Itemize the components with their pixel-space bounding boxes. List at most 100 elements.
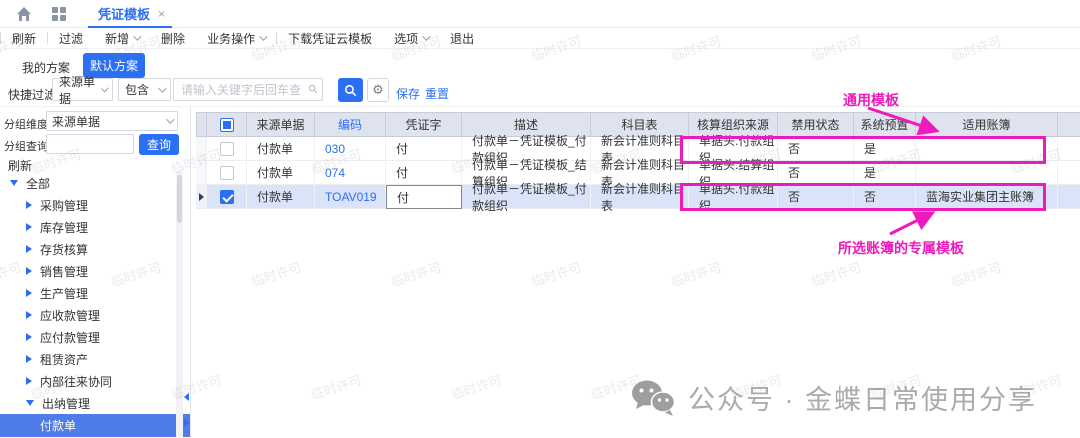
apps-grid-icon[interactable]	[52, 7, 67, 22]
header-row-indicator	[196, 112, 207, 137]
group-query-input[interactable]	[46, 134, 134, 154]
wechat-icon	[630, 379, 676, 417]
top-tab-bar: 凭证模板 ×	[0, 0, 1080, 28]
home-icon[interactable]	[16, 6, 32, 22]
header-code[interactable]: 编码	[315, 112, 386, 137]
license-watermark: 临时许可	[668, 256, 723, 290]
header-system-preset[interactable]: 系统预置	[854, 112, 916, 137]
wechat-watermark: 公众号 · 金蝶日常使用分享	[630, 378, 1037, 417]
license-watermark: 临时许可	[448, 369, 503, 403]
caret-right-icon[interactable]	[26, 333, 32, 341]
caret-right-icon[interactable]	[26, 355, 32, 363]
header-applicable-books[interactable]: 适用账簿	[916, 112, 1058, 137]
tree-scrollbar-thumb[interactable]	[177, 175, 182, 223]
tree-item-internal-collab[interactable]: 内部往来协同	[0, 370, 190, 392]
tree-item-payable[interactable]: 应付款管理	[0, 326, 190, 348]
caret-right-icon[interactable]	[26, 267, 32, 275]
code-link[interactable]: 074	[315, 161, 386, 185]
row-checkbox[interactable]	[220, 142, 234, 156]
tree-item-production[interactable]: 生产管理	[0, 282, 190, 304]
collapse-left-icon[interactable]	[184, 393, 189, 401]
menu-exit[interactable]: 退出	[439, 30, 485, 47]
menu-options[interactable]: 选项	[383, 30, 439, 47]
license-watermark: 临时许可	[248, 256, 303, 290]
menu-delete[interactable]: 删除	[150, 30, 196, 47]
search-icon	[344, 84, 357, 97]
splitter-collapse-controls[interactable]	[184, 393, 191, 438]
select-all-checkbox[interactable]	[220, 118, 234, 132]
license-watermark: 临时许可	[388, 256, 443, 290]
voucher-template-page: 凭证模板 × 刷新 过滤 新增 删除 业务操作 下载凭证云模板 选项 退出 我的…	[0, 0, 1080, 438]
chevron-down-icon	[422, 32, 430, 40]
code-link[interactable]: TOAV019	[315, 185, 386, 209]
menu-filter[interactable]: 过滤	[48, 30, 94, 47]
header-select-all[interactable]	[207, 112, 247, 137]
filter-field-select[interactable]: 来源单据	[52, 78, 113, 101]
annotation-book-specific-template: 所选账簿的专属模板	[838, 238, 964, 258]
group-query-button[interactable]: 查询	[139, 134, 179, 155]
menu-add[interactable]: 新增	[94, 30, 150, 47]
row-checkbox-checked[interactable]	[220, 190, 234, 204]
tree-item-receivable[interactable]: 应收款管理	[0, 304, 190, 326]
table-body: 付款单 030 付 付款单－凭证模板_付款组织 新会计准则科目表 单据头.付款组…	[196, 137, 1080, 209]
caret-right-icon[interactable]	[26, 289, 32, 297]
chevron-down-icon	[101, 84, 109, 92]
license-watermark: 临时许可	[948, 256, 1003, 290]
chevron-down-icon	[259, 32, 267, 40]
gear-icon: ⚙	[372, 82, 384, 98]
row-checkbox[interactable]	[220, 166, 234, 180]
tree-item-stock-accounting[interactable]: 存货核算	[0, 238, 190, 260]
tree-item-inventory[interactable]: 库存管理	[0, 216, 190, 238]
caret-down-icon[interactable]	[10, 180, 18, 186]
caret-right-icon[interactable]	[26, 223, 32, 231]
license-watermark: 临时许可	[308, 369, 363, 403]
tree-item-purchase[interactable]: 采购管理	[0, 194, 190, 216]
code-link[interactable]: 030	[315, 137, 386, 161]
voucher-word-edit-cell[interactable]: 付	[386, 185, 462, 209]
menu-biz-ops[interactable]: 业务操作	[196, 30, 276, 47]
annotation-general-template: 通用模板	[843, 90, 899, 110]
tab-label: 凭证模板	[98, 4, 150, 23]
header-source[interactable]: 来源单据	[247, 112, 315, 137]
reset-link[interactable]: 重置	[425, 85, 449, 102]
keyword-search-input[interactable]	[173, 78, 323, 101]
tree-item-payment-bill[interactable]: 付款单	[0, 414, 190, 437]
license-watermark: 临时许可	[868, 369, 923, 403]
table-row-selected[interactable]: 付款单 TOAV019 付 付款单－凭证模板_付款组织 新会计准则科目表 单据头…	[196, 185, 1080, 209]
caret-right-icon[interactable]	[26, 201, 32, 209]
caret-right-icon[interactable]	[26, 311, 32, 319]
header-voucher-word[interactable]: 凭证字	[386, 112, 462, 137]
license-watermark: 临时许可	[1008, 369, 1063, 403]
header-filler	[1058, 112, 1080, 137]
filter-operator-select[interactable]: 包含	[118, 78, 171, 101]
panel-splitter[interactable]	[190, 107, 191, 438]
menu-bar: 刷新 过滤 新增 删除 业务操作 下载凭证云模板 选项 退出	[0, 28, 1080, 49]
search-button[interactable]	[338, 78, 363, 102]
group-dimension-select[interactable]: 来源单据	[46, 111, 178, 131]
caret-down-icon[interactable]	[26, 400, 34, 406]
tab-close-icon[interactable]: ×	[158, 7, 165, 21]
save-link[interactable]: 保存	[396, 85, 420, 102]
caret-right-icon[interactable]	[26, 377, 32, 385]
collapse-right-icon[interactable]	[184, 419, 189, 427]
current-row-indicator-icon	[199, 193, 204, 201]
caret-right-icon[interactable]	[26, 245, 32, 253]
chevron-down-icon	[158, 84, 166, 92]
tree-item-lease-asset[interactable]: 租赁资产	[0, 348, 190, 370]
settings-button[interactable]: ⚙	[367, 78, 389, 102]
menu-download-template[interactable]: 下载凭证云模板	[277, 30, 383, 47]
tree-item-cashier[interactable]: 出纳管理	[0, 392, 190, 414]
tree-scrollbar[interactable]	[176, 172, 183, 438]
license-watermark: 临时许可	[808, 256, 863, 290]
group-query-label: 分组查询	[4, 138, 48, 154]
menu-refresh[interactable]: 刷新	[1, 30, 47, 47]
tree-item-sales[interactable]: 销售管理	[0, 260, 190, 282]
header-disabled-status[interactable]: 禁用状态	[778, 112, 854, 137]
tab-voucher-template[interactable]: 凭证模板 ×	[90, 0, 173, 27]
license-watermark: 临时许可	[728, 369, 783, 403]
filter-toolbar: 我的方案 默认方案 快捷过滤 来源单据 包含 ⚙ 保存 重置	[0, 49, 1080, 107]
tree-item-all[interactable]: 全部	[0, 172, 190, 194]
category-tree: 全部 采购管理 库存管理 存货核算 销售管理 生产管理 应收款管理 应付款管理 …	[0, 172, 190, 437]
template-table: 来源单据 编码 凭证字 描述 科目表 核算组织来源 禁用状态 系统预置 适用账簿…	[196, 112, 1080, 209]
group-dimension-label: 分组维度	[4, 116, 48, 132]
